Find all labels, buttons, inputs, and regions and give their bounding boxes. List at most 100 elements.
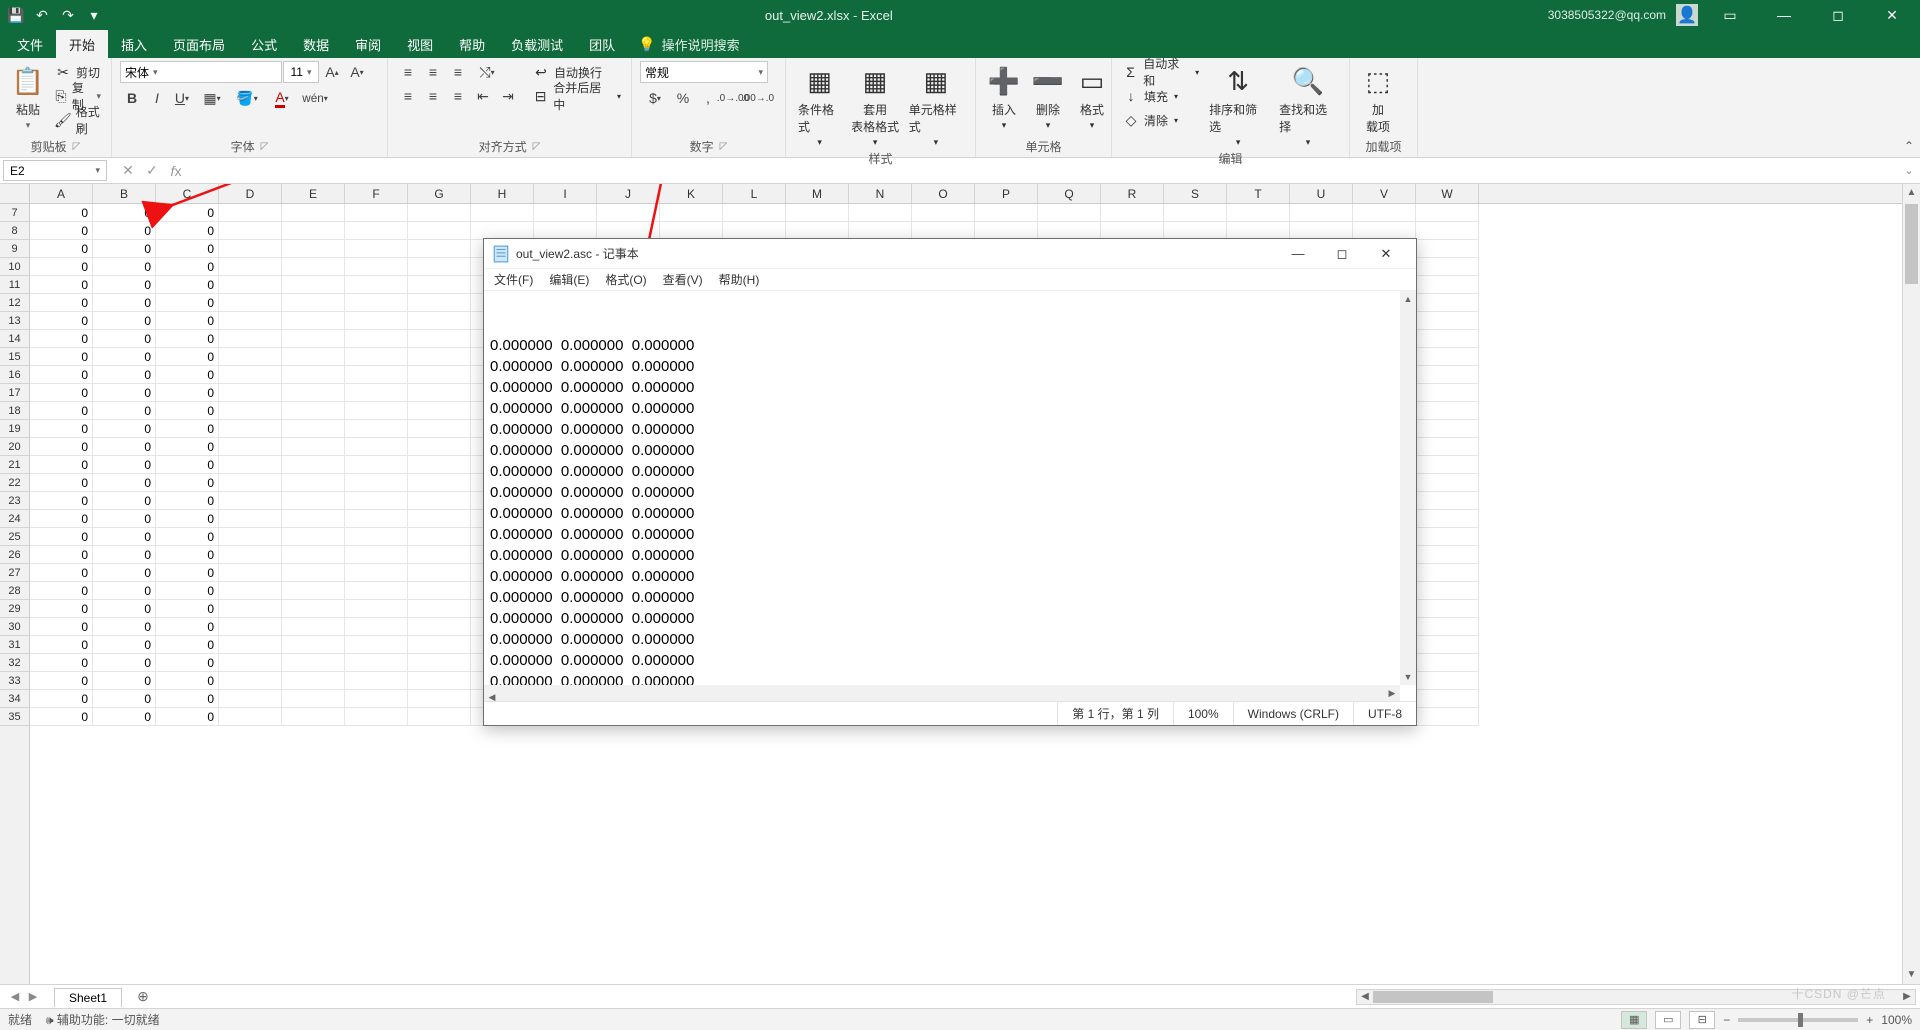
row-header[interactable]: 15 [0,348,29,366]
underline-button[interactable]: U▾ [170,87,194,109]
column-header[interactable]: G [408,184,471,203]
cell[interactable] [219,708,282,726]
cell[interactable] [1416,294,1479,312]
notepad-hscroll[interactable]: ◀▶ [484,685,1400,701]
increase-indent-button[interactable]: ⇥ [496,85,520,107]
cell[interactable] [408,240,471,258]
cell[interactable]: 0 [156,528,219,546]
sheet-nav-next-icon[interactable]: ▶ [24,990,42,1003]
cell[interactable] [282,492,345,510]
cell[interactable] [345,438,408,456]
ribbon-display-options-icon[interactable]: ▭ [1708,0,1752,30]
cell[interactable] [345,636,408,654]
sheet-nav[interactable]: ◀▶ [0,990,48,1003]
format-cells-button[interactable]: ▭格式▾ [1072,61,1112,133]
cell[interactable] [1227,204,1290,222]
cell[interactable]: 0 [93,474,156,492]
cell[interactable] [282,582,345,600]
cell[interactable] [345,546,408,564]
cell[interactable] [1353,204,1416,222]
cell[interactable]: 0 [156,618,219,636]
column-header[interactable]: N [849,184,912,203]
cell[interactable] [282,276,345,294]
cell[interactable] [1416,492,1479,510]
cell[interactable] [219,546,282,564]
cell[interactable] [408,708,471,726]
cell[interactable] [1416,420,1479,438]
cell[interactable]: 0 [93,240,156,258]
clipboard-dialog-launcher[interactable]: ◸ [73,141,81,152]
cell[interactable]: 0 [93,312,156,330]
cell[interactable] [786,204,849,222]
cell[interactable]: 0 [156,456,219,474]
cell[interactable] [408,546,471,564]
cell[interactable] [1416,384,1479,402]
fx-icon[interactable]: fx [165,163,187,179]
cell[interactable] [1416,636,1479,654]
cell[interactable]: 0 [93,294,156,312]
hscroll-right-icon[interactable]: ▶ [1899,991,1915,1002]
row-header[interactable]: 14 [0,330,29,348]
row-header[interactable]: 30 [0,618,29,636]
row-header[interactable]: 34 [0,690,29,708]
cell[interactable] [345,708,408,726]
cell[interactable] [282,222,345,240]
cell[interactable] [471,204,534,222]
cell[interactable] [1416,654,1479,672]
cell[interactable] [219,456,282,474]
column-header[interactable]: V [1353,184,1416,203]
column-header[interactable]: T [1227,184,1290,203]
cell[interactable]: 0 [30,600,93,618]
row-header[interactable]: 24 [0,510,29,528]
cell[interactable] [345,456,408,474]
cell[interactable]: 0 [30,222,93,240]
cell[interactable]: 0 [93,564,156,582]
row-header[interactable]: 28 [0,582,29,600]
cell[interactable] [345,654,408,672]
align-right-button[interactable]: ≡ [446,85,470,107]
cell[interactable] [408,222,471,240]
align-left-button[interactable]: ≡ [396,85,420,107]
cell[interactable] [345,294,408,312]
align-bottom-button[interactable]: ≡ [446,61,470,83]
cell[interactable]: 0 [30,384,93,402]
cell[interactable] [408,330,471,348]
cell[interactable]: 0 [30,456,93,474]
hscroll-thumb[interactable] [1373,991,1493,1003]
name-box[interactable]: E2▾ [3,160,107,181]
cell[interactable] [1038,204,1101,222]
tab-data[interactable]: 数据 [290,30,342,58]
increase-font-button[interactable]: A▴ [320,61,344,83]
cell[interactable] [282,708,345,726]
cell[interactable]: 0 [93,384,156,402]
tab-review[interactable]: 审阅 [342,30,394,58]
conditional-formatting-button[interactable]: ▦条件格式▾ [794,61,845,150]
cell[interactable] [219,528,282,546]
cell[interactable] [282,528,345,546]
column-header[interactable]: I [534,184,597,203]
cell[interactable]: 0 [30,672,93,690]
cell[interactable] [219,492,282,510]
row-header[interactable]: 33 [0,672,29,690]
cell[interactable]: 0 [93,582,156,600]
minimize-button[interactable]: — [1762,0,1806,30]
column-header[interactable]: U [1290,184,1353,203]
cell[interactable]: 0 [30,708,93,726]
column-header[interactable]: P [975,184,1038,203]
cell[interactable] [1416,204,1479,222]
cell[interactable]: 0 [156,636,219,654]
row-header[interactable]: 25 [0,528,29,546]
cell[interactable]: 0 [30,204,93,222]
cell[interactable] [345,330,408,348]
font-name-select[interactable]: 宋体▾ [120,61,282,83]
row-header[interactable]: 27 [0,564,29,582]
zoom-slider[interactable] [1738,1018,1858,1022]
cell[interactable] [219,438,282,456]
tab-team[interactable]: 团队 [576,30,628,58]
fill-button[interactable]: ↓填充▾ [1120,85,1201,107]
column-header[interactable]: B [93,184,156,203]
cell[interactable] [345,600,408,618]
vertical-scrollbar[interactable]: ▲ ▼ [1902,184,1920,984]
cancel-formula-icon[interactable]: ✕ [117,162,139,179]
cell[interactable] [1416,258,1479,276]
